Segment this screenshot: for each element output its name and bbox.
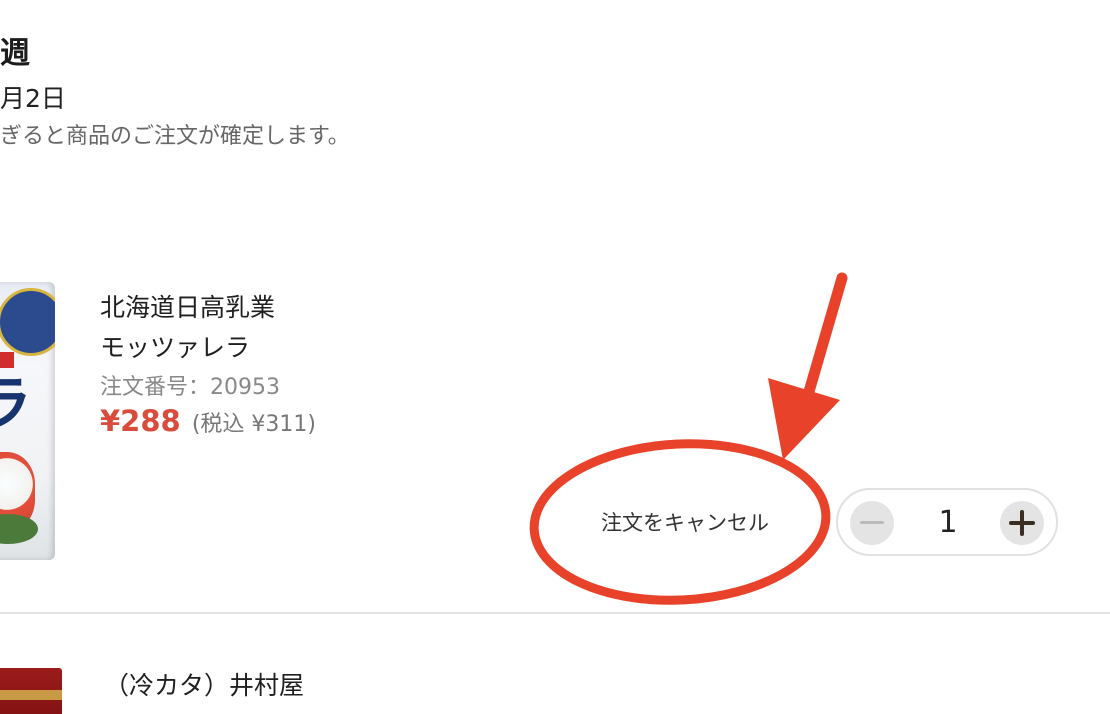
order-confirm-notice: ぎると商品のご注文が確定します。 <box>0 124 350 149</box>
product-badge <box>0 288 55 356</box>
cancel-order-button[interactable]: 注文をキャンセル <box>560 500 810 546</box>
price: ¥288 <box>100 404 181 438</box>
increase-quantity-button[interactable] <box>1000 501 1044 545</box>
delivery-date: 月2日 <box>0 84 66 113</box>
product-name-2[interactable]: （冷カタ）井村屋 <box>104 668 304 704</box>
order-page: 週 月2日 ぎると商品のご注文が確定します。 ラ 北海道日高乳業 モッツァレラ … <box>0 0 1110 714</box>
basil-leaf-graphic <box>0 514 38 544</box>
order-number: 注文番号：20953 <box>100 375 280 400</box>
price-row: ¥288 (税込 ¥311) <box>100 402 316 445</box>
minus-icon <box>860 521 884 524</box>
italian-flag-stripe <box>0 352 14 368</box>
annotation-arrow-shaft <box>800 272 848 408</box>
quantity-value: 1 <box>938 505 958 540</box>
product-image-mozzarella[interactable]: ラ <box>0 282 55 560</box>
decrease-quantity-button[interactable] <box>850 501 894 545</box>
package-label: ラ <box>0 370 32 440</box>
item-divider <box>0 612 1110 614</box>
package-stripe <box>0 690 62 700</box>
plus-icon-vertical <box>1020 510 1024 536</box>
product-name[interactable]: モッツァレラ <box>100 330 250 366</box>
tax-included-price: (税込 ¥311) <box>191 412 316 437</box>
annotation-arrow-head <box>768 378 840 460</box>
quantity-stepper: 1 <box>836 488 1058 556</box>
week-heading: 週 <box>0 36 30 71</box>
product-image-imuraya[interactable] <box>0 668 62 714</box>
product-brand[interactable]: 北海道日高乳業 <box>100 290 275 326</box>
